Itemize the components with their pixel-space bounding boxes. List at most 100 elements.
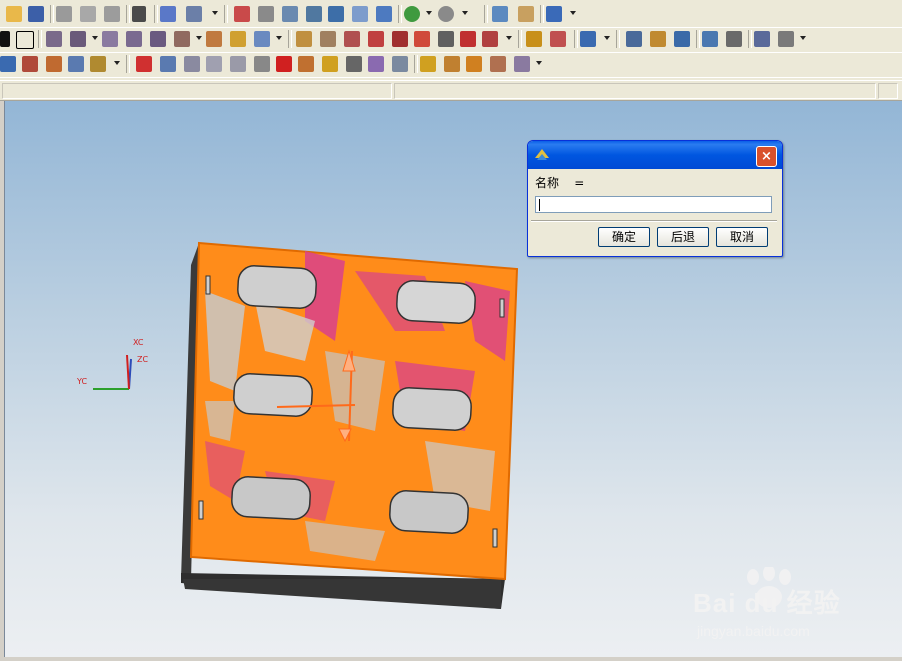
edge-tab [205,275,211,295]
intersect-curve-icon[interactable] [150,31,166,47]
paste-icon[interactable] [104,6,120,22]
cooling-icon[interactable] [466,56,482,72]
explode-icon[interactable] [726,31,742,47]
parting-line-icon[interactable] [206,56,222,72]
insert-icon[interactable] [392,56,408,72]
mold-wizard-icon[interactable] [778,31,794,47]
transform-icon[interactable] [580,31,596,47]
zoom-window-icon[interactable] [282,6,298,22]
toolbar-separator [616,30,620,48]
rotate-icon[interactable] [328,6,344,22]
mold-tools-icon[interactable] [160,56,176,72]
mold-base-icon[interactable] [298,56,314,72]
assembly-icon[interactable] [626,31,642,47]
component-icon[interactable] [650,31,666,47]
shaded-icon[interactable] [438,6,454,22]
name-input[interactable] [535,196,772,213]
mold-tool-icon[interactable] [754,31,770,47]
cut-icon[interactable] [56,6,72,22]
select-dropdown-icon[interactable] [212,11,218,15]
split-icon[interactable] [344,31,360,47]
feature-icon[interactable] [526,31,542,47]
shrinkage-icon[interactable] [46,56,62,72]
bridge-dropdown-icon[interactable] [196,36,202,40]
close-button[interactable]: × [756,146,777,167]
blend-icon[interactable] [254,31,270,47]
wcs-icon[interactable] [546,6,562,22]
save-icon[interactable] [28,6,44,22]
mold-csys-icon[interactable] [22,56,38,72]
ok-button[interactable]: 确定 [598,227,650,247]
break-icon[interactable] [438,31,454,47]
transform-dropdown-icon[interactable] [604,36,610,40]
pan-icon[interactable] [352,6,368,22]
constraint-icon[interactable] [674,31,690,47]
trim-icon[interactable] [296,31,312,47]
edit-object-icon[interactable] [160,6,176,22]
pocket-slot [389,490,469,534]
standard-part-icon[interactable] [322,56,338,72]
project-curve-icon[interactable] [126,31,142,47]
dialog-titlebar[interactable]: × [528,141,782,169]
chamfer-icon[interactable] [414,31,430,47]
stretch-icon[interactable] [482,31,498,47]
measure-icon[interactable] [518,6,534,22]
fillet-icon[interactable] [392,31,408,47]
render-style-icon[interactable] [404,6,420,22]
toolbar-row-2 [0,27,902,53]
undo-icon[interactable] [132,6,146,22]
text-icon[interactable] [0,31,10,47]
core-cavity-icon[interactable] [276,56,292,72]
yc-axis-label: YC [77,377,88,386]
ejector-icon[interactable] [346,56,362,72]
region-icon[interactable] [254,56,270,72]
sketch-icon[interactable] [46,31,62,47]
text-caret [539,199,540,211]
corner-icon[interactable] [368,31,384,47]
layer-icon[interactable] [492,6,508,22]
blend-dropdown-icon[interactable] [276,36,282,40]
slider-icon[interactable] [368,56,384,72]
zoom-icon[interactable] [306,6,322,22]
toolbar-separator [126,5,130,23]
cancel-button[interactable]: 取消 [716,227,768,247]
render-style-dropdown-icon[interactable] [426,11,432,15]
family-mold-icon[interactable] [136,56,152,72]
runner-icon[interactable] [444,56,460,72]
curve-icon[interactable] [70,31,86,47]
surface-icon[interactable] [550,31,566,47]
mold-dropdown-icon[interactable] [800,36,806,40]
mate-icon[interactable] [702,31,718,47]
extrude-icon[interactable] [206,31,222,47]
parting-icon[interactable] [184,56,200,72]
extend-icon[interactable] [320,31,336,47]
wcs-dropdown-icon[interactable] [570,11,576,15]
offset-curve-icon[interactable] [102,31,118,47]
electrode-icon[interactable] [490,56,506,72]
copy-icon[interactable] [80,6,96,22]
shaded-dropdown-icon[interactable] [462,11,468,15]
layout-dropdown-icon[interactable] [114,61,120,65]
join-icon[interactable] [460,31,476,47]
bom-dropdown-icon[interactable] [536,61,542,65]
gate-icon[interactable] [420,56,436,72]
curve-dropdown-icon[interactable] [92,36,98,40]
stretch-dropdown-icon[interactable] [506,36,512,40]
mold-init-icon[interactable] [0,56,16,72]
fit-view-icon[interactable] [234,6,250,22]
layout-icon[interactable] [90,56,106,72]
select-icon[interactable] [186,6,202,22]
workpiece-icon[interactable] [68,56,84,72]
watermark-brand: Bai du 经验 [693,588,841,618]
rectangle-icon[interactable] [16,31,34,49]
parting-surface-icon[interactable] [230,56,246,72]
bridge-curve-icon[interactable] [174,31,190,47]
revolve-icon[interactable] [230,31,246,47]
bom-icon[interactable] [514,56,530,72]
view-orient-icon[interactable] [376,6,392,22]
dialog-divider [531,220,777,222]
pocket-slot [392,387,472,431]
refresh-icon[interactable] [258,6,274,22]
back-button[interactable]: 后退 [657,227,709,247]
open-icon[interactable] [6,6,22,22]
